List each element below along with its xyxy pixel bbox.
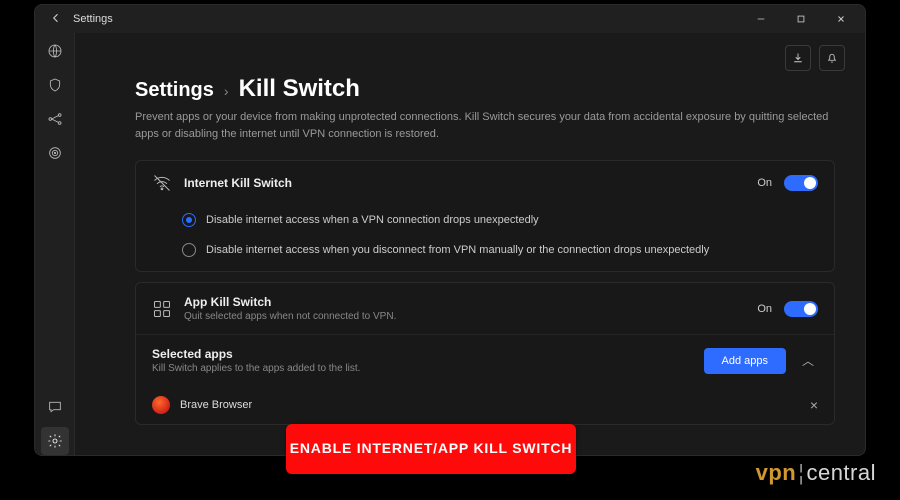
window-title: Settings xyxy=(73,13,113,25)
shield-icon[interactable] xyxy=(41,71,69,99)
breadcrumb: Settings › Kill Switch xyxy=(135,75,835,103)
apps-icon xyxy=(152,299,172,319)
selected-apps-title: Selected apps xyxy=(152,347,692,361)
back-button[interactable] xyxy=(45,12,67,27)
app-switch-title: App Kill Switch xyxy=(184,295,745,309)
internet-switch-state: On xyxy=(757,177,772,189)
target-icon[interactable] xyxy=(41,139,69,167)
wifi-off-icon xyxy=(152,173,172,193)
window-controls xyxy=(741,5,861,33)
settings-icon[interactable] xyxy=(41,427,69,455)
globe-icon[interactable] xyxy=(41,37,69,65)
page-title: Kill Switch xyxy=(239,75,360,103)
chevron-up-icon[interactable]: ︿ xyxy=(798,352,818,369)
watermark-left: vpn xyxy=(756,460,797,485)
breadcrumb-separator: › xyxy=(224,83,229,99)
app-window: Settings xyxy=(34,4,866,456)
annotation-callout: Enable Internet/App kill switch xyxy=(286,424,576,474)
app-kill-switch-card: App Kill Switch Quit selected apps when … xyxy=(135,282,835,425)
download-icon[interactable] xyxy=(785,45,811,71)
watermark: vpn¦central xyxy=(756,460,876,486)
main-panel: Settings › Kill Switch Prevent apps or y… xyxy=(75,33,865,455)
close-button[interactable] xyxy=(821,5,861,33)
remove-app-button[interactable]: × xyxy=(810,397,818,413)
internet-option-2[interactable]: Disable internet access when you disconn… xyxy=(136,235,834,271)
internet-option-1[interactable]: Disable internet access when a VPN conne… xyxy=(136,205,834,235)
maximize-button[interactable] xyxy=(781,5,821,33)
watermark-right: central xyxy=(806,460,876,485)
add-apps-button[interactable]: Add apps xyxy=(704,348,786,374)
app-switch-state: On xyxy=(757,303,772,315)
brave-app-icon xyxy=(152,396,170,414)
app-switch-toggle[interactable] xyxy=(784,301,818,317)
radio-label: Disable internet access when a VPN conne… xyxy=(206,214,539,226)
chat-icon[interactable] xyxy=(41,393,69,421)
bell-icon[interactable] xyxy=(819,45,845,71)
app-switch-subtitle: Quit selected apps when not connected to… xyxy=(184,311,745,322)
window-body: Settings › Kill Switch Prevent apps or y… xyxy=(35,33,865,455)
radio-label: Disable internet access when you disconn… xyxy=(206,244,709,256)
selected-apps-sub: Kill Switch applies to the apps added to… xyxy=(152,363,692,374)
list-item: Brave Browser × xyxy=(136,386,834,424)
breadcrumb-parent[interactable]: Settings xyxy=(135,79,214,102)
titlebar: Settings xyxy=(35,5,865,33)
app-name: Brave Browser xyxy=(180,399,800,411)
mesh-icon[interactable] xyxy=(41,105,69,133)
page-description: Prevent apps or your device from making … xyxy=(135,109,835,142)
minimize-button[interactable] xyxy=(741,5,781,33)
internet-switch-title: Internet Kill Switch xyxy=(184,176,745,190)
sidebar xyxy=(35,33,75,455)
radio-icon xyxy=(182,213,196,227)
radio-icon xyxy=(182,243,196,257)
internet-kill-switch-card: Internet Kill Switch On Disable internet… xyxy=(135,160,835,272)
internet-switch-toggle[interactable] xyxy=(784,175,818,191)
